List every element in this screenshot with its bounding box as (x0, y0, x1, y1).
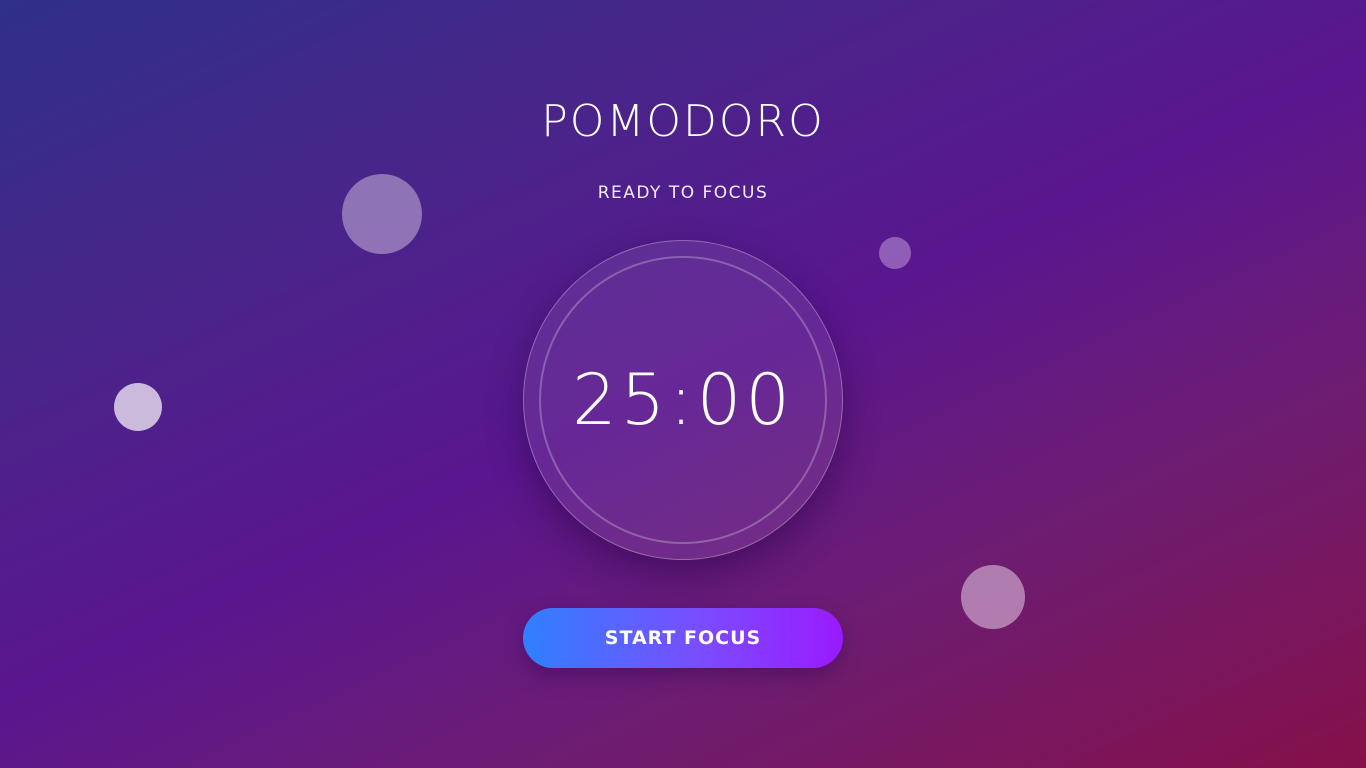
timer-dial: 25:00 (523, 240, 843, 560)
timer-status: READY TO FOCUS (597, 183, 769, 203)
start-focus-button[interactable]: START FOCUS (523, 608, 843, 668)
app-title: POMODORO (541, 96, 825, 147)
decorative-bubble (114, 383, 162, 431)
decorative-bubble (879, 237, 911, 269)
decorative-bubble (961, 565, 1025, 629)
timer-display: 25:00 (572, 359, 794, 441)
